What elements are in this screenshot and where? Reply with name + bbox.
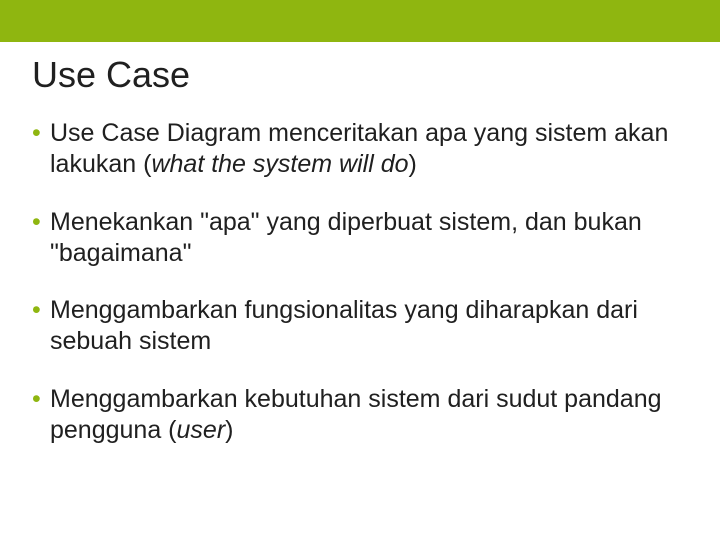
bullet-italic: user xyxy=(177,416,226,444)
bullet-italic: what the system will do xyxy=(151,150,408,178)
slide-content: Use Case Use Case Diagram menceritakan a… xyxy=(0,42,720,446)
slide-title: Use Case xyxy=(32,54,688,96)
bullet-text: Menggambarkan fungsionalitas yang dihara… xyxy=(50,296,638,355)
bullet-text: Menekankan "apa" yang diperbuat sistem, … xyxy=(50,208,642,267)
list-item: Use Case Diagram menceritakan apa yang s… xyxy=(32,118,688,181)
bullet-list: Use Case Diagram menceritakan apa yang s… xyxy=(32,118,688,446)
list-item: Menggambarkan fungsionalitas yang dihara… xyxy=(32,295,688,358)
list-item: Menggambarkan kebutuhan sistem dari sudu… xyxy=(32,384,688,447)
bullet-text-post: ) xyxy=(225,416,233,444)
bullet-text: Menggambarkan kebutuhan sistem dari sudu… xyxy=(50,385,662,444)
bullet-text-post: ) xyxy=(409,150,417,178)
list-item: Menekankan "apa" yang diperbuat sistem, … xyxy=(32,207,688,270)
accent-bar xyxy=(0,0,720,42)
